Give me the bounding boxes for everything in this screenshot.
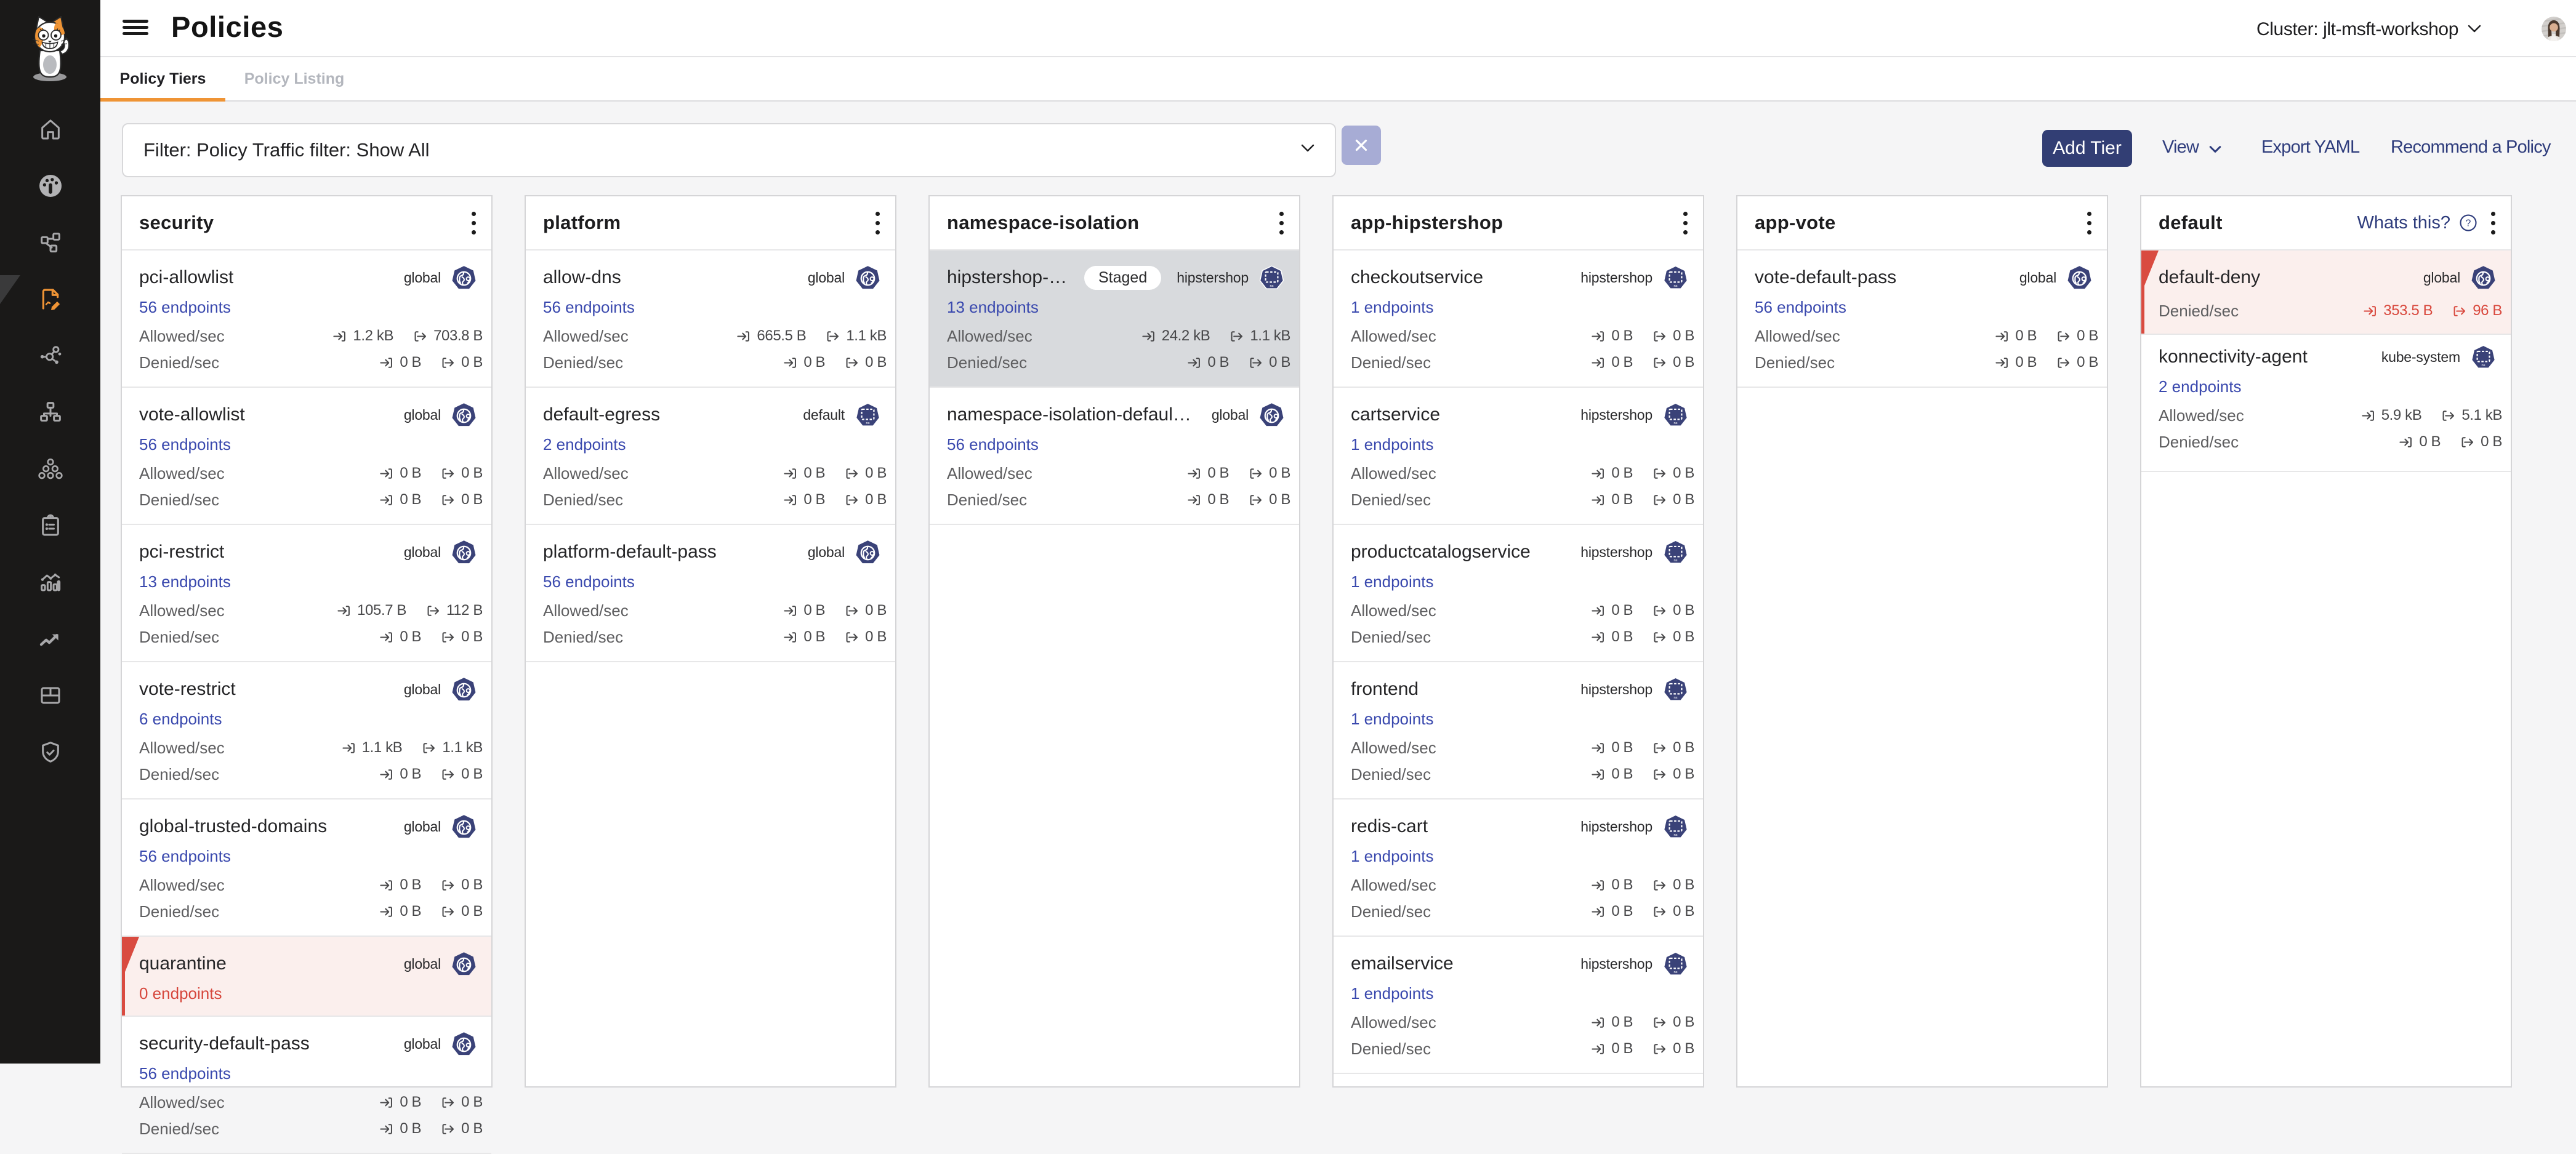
svg-text:?: ?	[2466, 218, 2471, 229]
